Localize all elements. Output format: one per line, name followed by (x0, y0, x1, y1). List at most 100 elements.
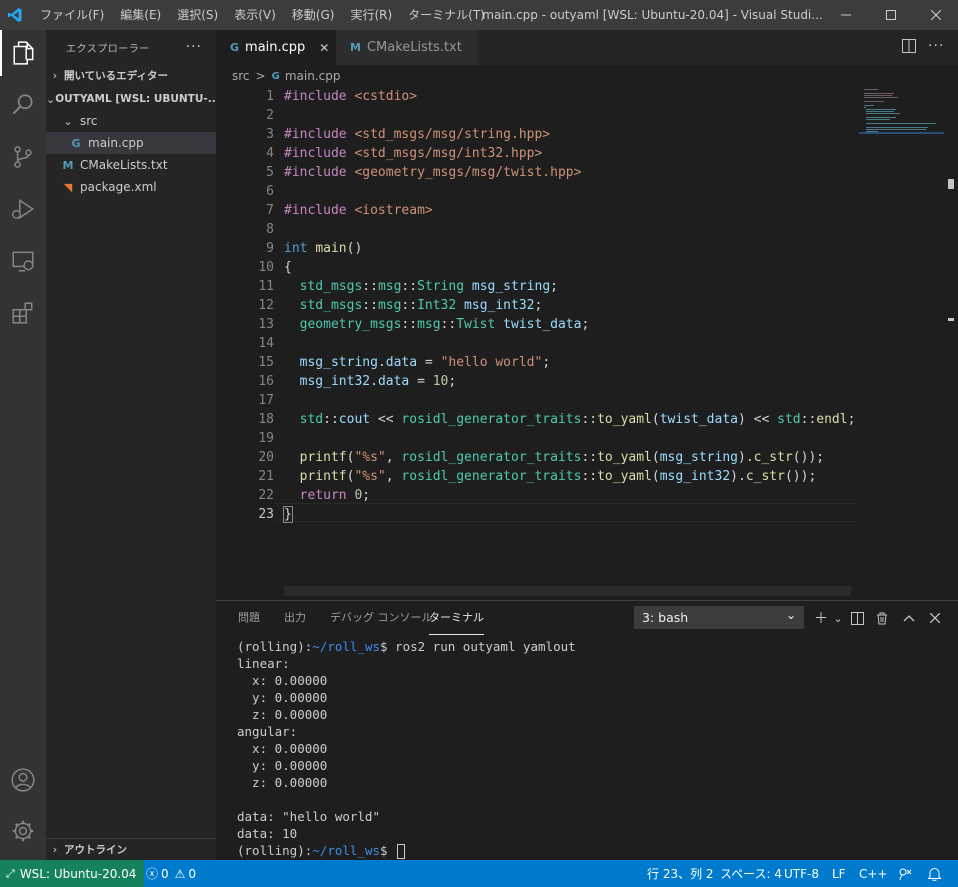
code-line: std_msgs::msg::Int32 msg_int32; (299, 298, 543, 313)
breadcrumb-folder[interactable]: src (232, 69, 250, 83)
chevron-down-icon: ⌄ (785, 608, 796, 622)
window-title: main.cpp - outyaml [WSL: Ubuntu-20.04] -… (482, 8, 823, 22)
explorer-icon[interactable] (0, 30, 46, 76)
error-icon: ⓧ (146, 867, 159, 881)
open-editors-section[interactable]: › 開いているエディター (46, 64, 216, 86)
chevron-down-icon[interactable]: ⌄ (828, 608, 848, 628)
remote-explorer-icon[interactable] (0, 238, 46, 284)
line-number: 9 (266, 241, 274, 256)
tree-item-main-cpp[interactable]: G main.cpp (46, 132, 216, 154)
editor-more-icon[interactable]: ··· (928, 38, 944, 54)
maximize-panel-icon[interactable] (899, 608, 919, 628)
tree-item-cmakelists[interactable]: M CMakeLists.txt (46, 154, 216, 176)
tab-problems[interactable]: 問題 (238, 601, 260, 635)
terminal-line: y: 0.00000 (237, 758, 328, 773)
tab-cmakelists[interactable]: M CMakeLists.txt (336, 30, 478, 65)
explorer-sidebar: エクスプローラー ··· › 開いているエディター ⌄ OUTYAML [WSL… (46, 30, 216, 860)
terminal-line: (rolling):~/roll_ws$ (237, 842, 947, 859)
encoding[interactable]: UTF-8 (784, 860, 819, 887)
line-number: 12 (258, 298, 274, 313)
close-panel-icon[interactable] (925, 608, 945, 628)
rss-xml-icon: ◥ (63, 180, 73, 194)
menu-view[interactable]: 表示(V) (226, 0, 284, 30)
extensions-icon[interactable] (0, 290, 46, 336)
language-mode[interactable]: C++ (859, 860, 888, 887)
feedback-icon[interactable] (898, 860, 912, 887)
code-editor[interactable]: #include <cstdio> #include <std_msgs/msg… (283, 87, 859, 524)
terminal-select-value: 3: bash (642, 610, 689, 625)
outline-section[interactable]: › アウトライン (46, 838, 216, 860)
bottom-panel: 問題 出力 デバッグ コンソール ターミナル 3: bash ⌄ ＋ ⌄ (ro… (216, 600, 958, 860)
indentation[interactable]: スペース: 4 (720, 860, 782, 887)
terminal-line: z: 0.00000 (237, 707, 328, 722)
folder-section[interactable]: ⌄ OUTYAML [WSL: UBUNTU-... (46, 88, 216, 110)
split-terminal-icon[interactable] (847, 608, 867, 628)
line-number: 18 (258, 412, 274, 427)
status-bar: ⤢ WSL: Ubuntu-20.04 ⓧ 0 ⚠ 0 行 23、列 2 スペー… (0, 860, 958, 887)
horizontal-scrollbar[interactable] (284, 586, 851, 596)
cursor-position[interactable]: 行 23、列 2 (647, 860, 714, 887)
code-line: #include <std_msgs/msg/int32.hpp> (284, 146, 543, 161)
remote-indicator[interactable]: ⤢ WSL: Ubuntu-20.04 (0, 860, 145, 887)
vertical-scrollbar[interactable] (944, 87, 958, 600)
tab-debug-console[interactable]: デバッグ コンソール (330, 601, 433, 635)
search-icon[interactable] (0, 82, 46, 128)
line-number: 2 (266, 108, 274, 123)
menu-go[interactable]: 移動(G) (284, 0, 343, 30)
remote-label: WSL: Ubuntu-20.04 (19, 866, 137, 881)
activity-bar (0, 30, 46, 860)
open-editors-label: 開いているエディター (64, 69, 168, 82)
outline-label: アウトライン (64, 844, 127, 856)
breadcrumb: src > G main.cpp (216, 65, 958, 87)
minimap[interactable] (859, 87, 944, 600)
breadcrumb-file[interactable]: main.cpp (285, 69, 341, 83)
menu-run[interactable]: 実行(R) (342, 0, 400, 30)
end-of-line[interactable]: LF (832, 860, 846, 887)
code-line: printf("%s", rosidl_generator_traits::to… (299, 469, 817, 484)
code-line: #include <std_msgs/msg/string.hpp> (284, 127, 551, 142)
terminal-line: x: 0.00000 (237, 673, 328, 688)
problems-indicator[interactable]: ⓧ 0 ⚠ 0 (146, 860, 196, 887)
notifications-bell-icon[interactable] (928, 860, 941, 887)
account-icon[interactable] (0, 757, 46, 803)
menu-edit[interactable]: 編集(E) (112, 0, 169, 30)
line-number: 11 (258, 279, 274, 294)
line-number: 7 (266, 203, 274, 218)
menu-terminal[interactable]: ターミナル(T) (400, 0, 493, 30)
close-window-icon[interactable] (913, 0, 958, 30)
cmake-icon: M (350, 41, 361, 54)
tab-output[interactable]: 出力 (284, 601, 306, 635)
line-number-gutter: 1 2 3 4 5 6 7 8 9 10 11 12 13 14 15 16 17 18 19 20 21 22 23 (216, 87, 274, 524)
trash-icon[interactable] (872, 608, 892, 628)
close-tab-icon[interactable]: ✕ (319, 41, 329, 55)
code-line: return 0; (299, 488, 371, 503)
maximize-icon[interactable] (868, 0, 913, 30)
settings-gear-icon[interactable] (0, 808, 46, 854)
warning-count: 0 (188, 866, 197, 881)
more-actions-icon[interactable]: ··· (186, 39, 202, 55)
terminal-line: y: 0.00000 (237, 690, 328, 705)
line-number: 3 (266, 127, 274, 142)
terminal-line: z: 0.00000 (237, 775, 328, 790)
tab-terminal[interactable]: ターミナル (429, 601, 484, 635)
terminal-output[interactable]: (rolling):~/roll_ws$ ros2 run outyaml ya… (237, 638, 947, 859)
tab-main-cpp[interactable]: G main.cpp ✕ (216, 30, 336, 65)
minimize-icon[interactable] (823, 0, 868, 30)
run-debug-icon[interactable] (0, 186, 46, 232)
line-number: 16 (258, 374, 274, 389)
line-number: 6 (266, 184, 274, 199)
code-line: std_msgs::msg::String msg_string; (299, 279, 558, 294)
code-line: std::cout << rosidl_generator_traits::to… (299, 412, 856, 427)
menu-bar: ファイル(F) 編集(E) 選択(S) 表示(V) 移動(G) 実行(R) ター… (32, 0, 521, 30)
menu-file[interactable]: ファイル(F) (32, 0, 112, 30)
line-number: 21 (258, 469, 274, 484)
tree-item-src[interactable]: ⌄ src (46, 110, 216, 132)
menu-selection[interactable]: 選択(S) (169, 0, 226, 30)
source-control-icon[interactable] (0, 134, 46, 180)
split-editor-icon[interactable] (902, 39, 916, 56)
tab-label: CMakeLists.txt (366, 40, 462, 55)
terminal-select[interactable]: 3: bash ⌄ (634, 606, 804, 629)
tree-item-package-xml[interactable]: ◥ package.xml (46, 176, 216, 198)
